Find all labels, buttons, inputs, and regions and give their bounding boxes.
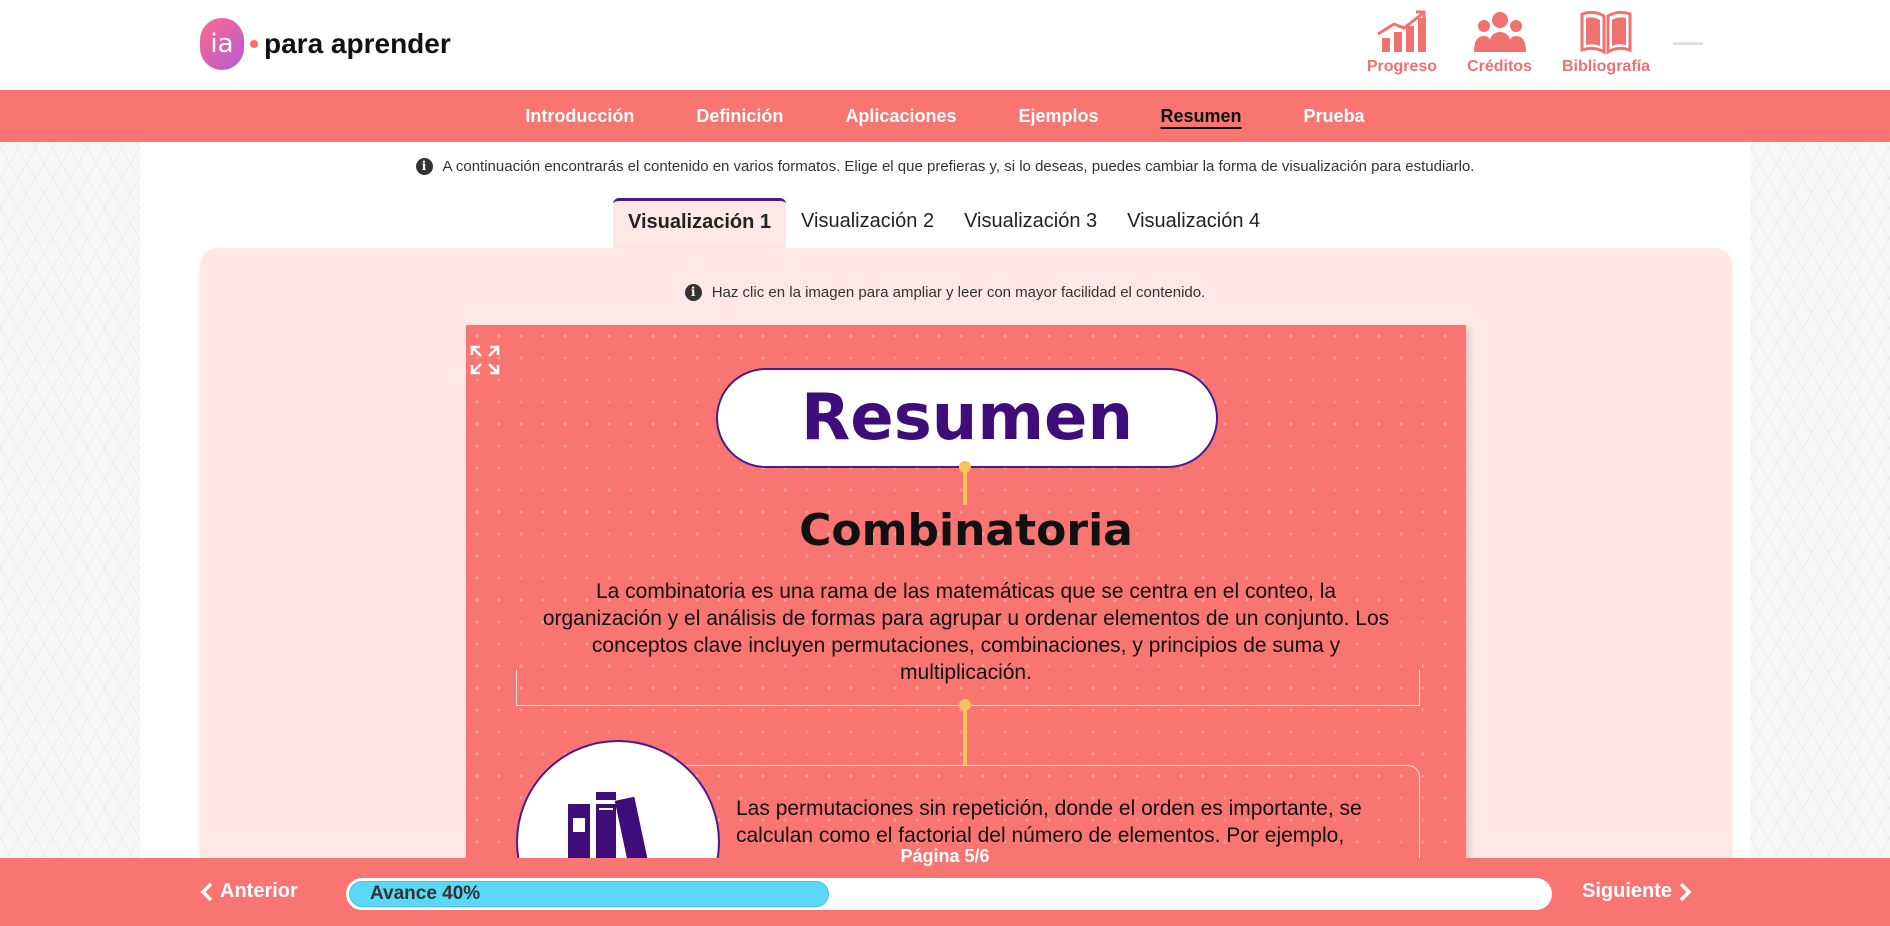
logo[interactable]: ia para aprender — [200, 18, 451, 70]
summary-infographic[interactable]: Resumen Combinatoria La combinatoria es … — [466, 325, 1466, 925]
infographic-title: Resumen — [801, 381, 1133, 455]
logo-badge: ia — [200, 18, 244, 70]
tab-visualizacion-1[interactable]: Visualización 1 — [613, 198, 787, 248]
next-label: Siguiente — [1582, 880, 1673, 902]
top-header: ia para aprender Progreso Créditos Bibli… — [0, 0, 1890, 90]
nav-resumen[interactable]: Resumen — [1130, 106, 1273, 127]
credits-label: Créditos — [1467, 58, 1532, 75]
visualization-tabs: Visualización 1 Visualización 2 Visualiz… — [613, 198, 1275, 248]
section-nav: Introducción Definición Aplicaciones Eje… — [0, 90, 1890, 142]
infographic-title-pill: Resumen — [716, 368, 1218, 468]
progress-label: Avance 40% — [370, 883, 481, 904]
expand-icon[interactable] — [470, 345, 500, 375]
bibliography-label: Bibliografía — [1561, 58, 1650, 75]
tab-visualizacion-3[interactable]: Visualización 3 — [949, 198, 1112, 248]
page-indicator: Página 5/6 — [900, 846, 990, 866]
next-button[interactable]: Siguiente — [1582, 880, 1692, 903]
chevron-right-icon — [1679, 882, 1692, 901]
logo-text: para aprender — [264, 28, 451, 59]
progress-button[interactable]: Progreso — [1367, 8, 1437, 76]
background-pattern-left — [0, 142, 140, 926]
group-icon — [1473, 12, 1526, 52]
book-open-icon — [1580, 10, 1632, 55]
panel-info-text: Haz clic en la imagen para ampliar y lee… — [711, 284, 1206, 301]
info-message: i A continuación encontrarás el contenido… — [0, 158, 1890, 175]
nav-definicion[interactable]: Definición — [665, 106, 814, 127]
bibliography-button[interactable]: Bibliografía — [1562, 8, 1650, 76]
progress-fill: Avance 40% — [349, 881, 829, 907]
connector-line — [963, 705, 967, 765]
nav-prueba[interactable]: Prueba — [1273, 106, 1396, 127]
connector-line — [963, 467, 967, 505]
header-actions: Progreso Créditos Bibliografía — [1367, 8, 1650, 76]
tab-visualizacion-4[interactable]: Visualización 4 — [1112, 198, 1275, 248]
concept-text: Las permutaciones sin repetición, donde … — [736, 797, 1362, 847]
info-icon: i — [684, 284, 702, 301]
logo-dot — [250, 40, 258, 48]
infographic-subtitle: Combinatoria — [799, 505, 1133, 556]
progress-label: Progreso — [1366, 58, 1438, 75]
progress-bar: Avance 40% — [346, 878, 1552, 910]
info-icon: i — [415, 158, 433, 175]
previous-label: Anterior — [220, 880, 298, 902]
panel-info-message: i Haz clic en la imagen para ampliar y le… — [0, 284, 1890, 301]
tab-visualizacion-2[interactable]: Visualización 2 — [786, 198, 949, 248]
background-pattern-right — [1750, 142, 1890, 926]
nav-aplicaciones[interactable]: Aplicaciones — [814, 106, 987, 127]
previous-button[interactable]: Anterior — [200, 880, 298, 903]
menu-dash[interactable] — [1673, 42, 1703, 45]
nav-ejemplos[interactable]: Ejemplos — [987, 106, 1129, 127]
nav-introduccion[interactable]: Introducción — [494, 106, 665, 127]
chart-up-icon — [1377, 10, 1426, 52]
chevron-left-icon — [200, 882, 213, 901]
credits-button[interactable]: Créditos — [1467, 8, 1532, 76]
info-text: A continuación encontrarás el contenido … — [442, 158, 1475, 175]
